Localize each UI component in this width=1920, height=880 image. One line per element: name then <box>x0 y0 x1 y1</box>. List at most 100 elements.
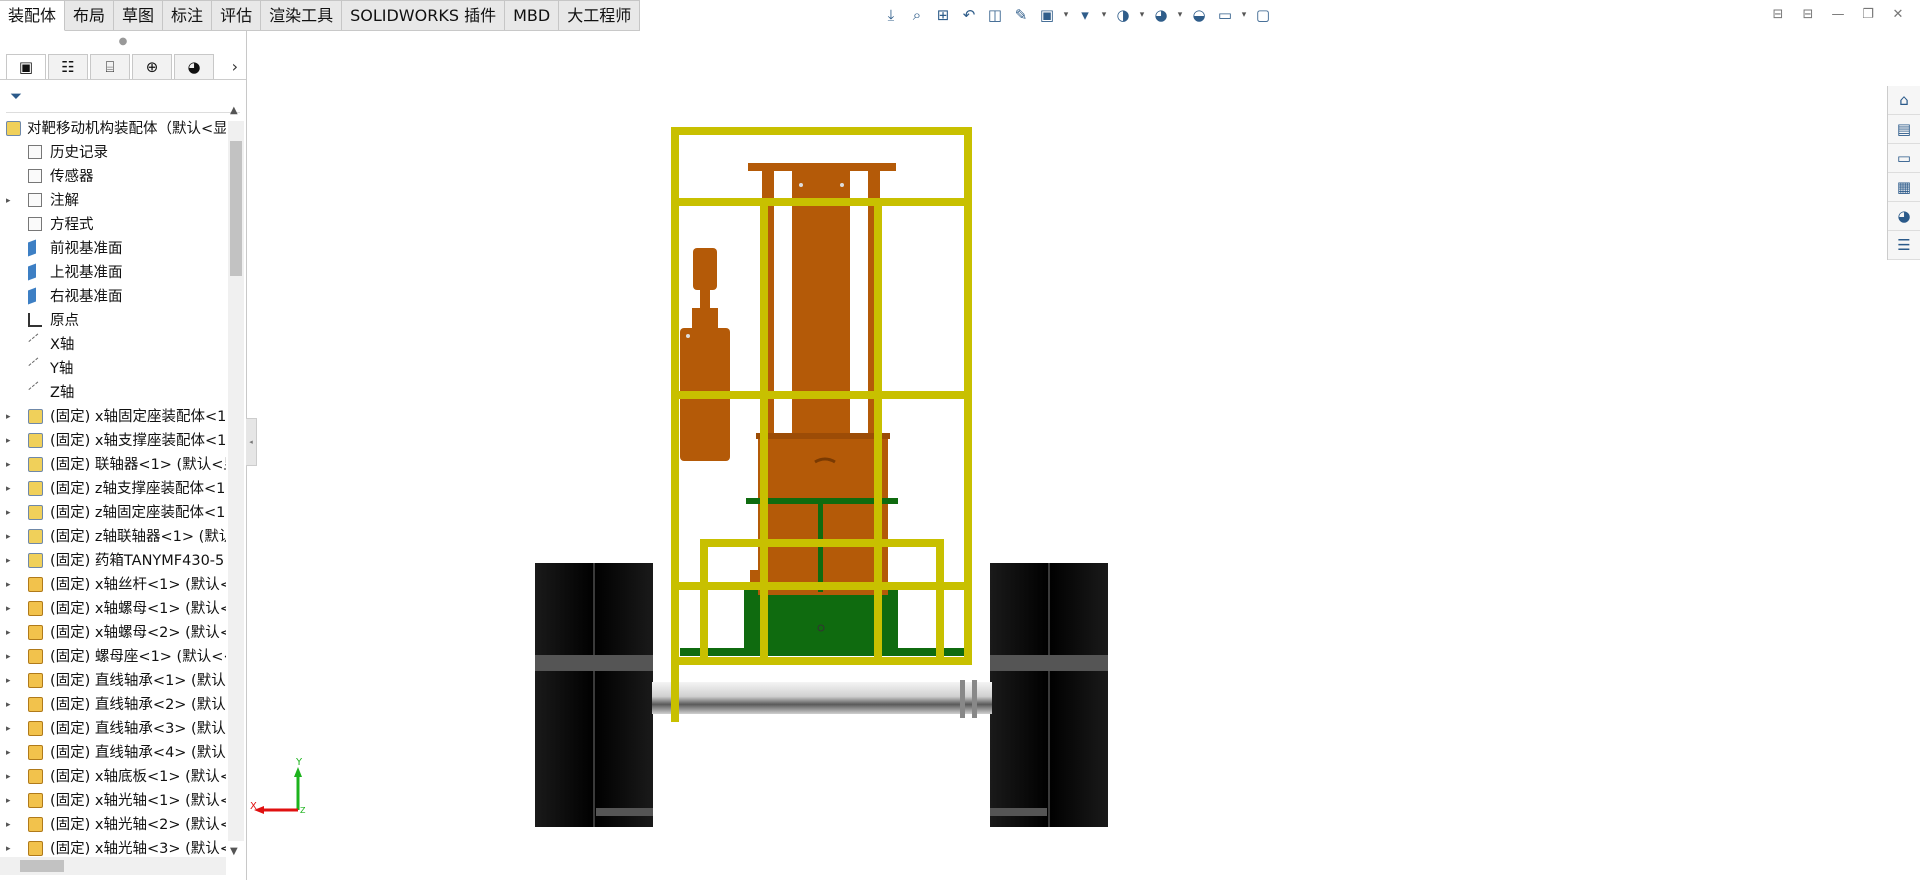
scroll-thumb[interactable] <box>230 141 242 276</box>
tree-item[interactable]: 原点 <box>0 309 226 333</box>
expand-arrow-icon[interactable]: ▸ <box>6 669 16 693</box>
filter-icon[interactable]: ⏷ <box>6 84 40 108</box>
tree-item[interactable]: 传感器 <box>0 165 226 189</box>
custom-properties-icon[interactable]: ☰ <box>1888 231 1920 260</box>
apply-scene-icon[interactable]: ◒ <box>1188 4 1210 26</box>
expand-arrow-icon[interactable]: ▸ <box>6 741 16 765</box>
hide-show-icon[interactable]: ◑ <box>1112 4 1134 26</box>
expand-arrow-icon[interactable]: ▸ <box>6 189 16 213</box>
tree-item[interactable]: ▸ (固定) x轴光轴<3> (默认< <box>0 837 226 857</box>
chevron-down-icon[interactable]: ▾ <box>1138 10 1146 20</box>
tree-item[interactable]: 上视基准面 <box>0 261 226 285</box>
tree-item[interactable]: ▸ (固定) 直线轴承<1> (默认 <box>0 669 226 693</box>
configuration-manager-tab-icon[interactable]: ⌸ <box>90 53 130 79</box>
expand-arrow-icon[interactable]: ▸ <box>6 693 16 717</box>
3d-view-icon[interactable]: ▢ <box>1252 4 1274 26</box>
expand-arrow-icon[interactable]: ▸ <box>6 717 16 741</box>
command-tab[interactable]: MBD <box>505 0 560 30</box>
expand-arrow-icon[interactable]: ▸ <box>6 573 16 597</box>
expand-arrow-icon[interactable]: ▸ <box>6 405 16 429</box>
dimxpert-manager-tab-icon[interactable]: ⊕ <box>132 53 172 79</box>
tree-item[interactable]: 前视基准面 <box>0 237 226 261</box>
expand-arrow-icon[interactable]: ▸ <box>6 453 16 477</box>
chevron-down-icon[interactable]: ▾ <box>1176 10 1184 20</box>
tree-item[interactable]: Y轴 <box>0 357 226 381</box>
expand-arrow-icon[interactable]: ▸ <box>6 525 16 549</box>
tree-item[interactable]: ▸ 注解 <box>0 189 226 213</box>
graphics-viewport[interactable] <box>250 31 1880 880</box>
tile-right-icon[interactable]: ⊟ <box>1798 6 1818 24</box>
home-icon[interactable]: ⌂ <box>1888 86 1920 115</box>
tree-root[interactable]: 对靶移动机构装配体（默认<显 <box>0 117 226 141</box>
tree-item[interactable]: ▸ (固定) 螺母座<1> (默认<< <box>0 645 226 669</box>
expand-arrow-icon[interactable]: ▸ <box>6 597 16 621</box>
expand-arrow-icon[interactable]: ▸ <box>6 501 16 525</box>
restore-icon[interactable]: ❐ <box>1858 6 1878 24</box>
view-orientation-box-icon[interactable]: ▣ <box>1036 4 1058 26</box>
view-orientation-icon[interactable]: ⤓ <box>880 4 902 26</box>
zoom-area-icon[interactable]: ⊞ <box>932 4 954 26</box>
feature-manager-tab-icon[interactable]: ▣ <box>6 53 46 79</box>
tree-item[interactable]: ▸ (固定) 直线轴承<4> (默认 <box>0 741 226 765</box>
previous-view-icon[interactable]: ↶ <box>958 4 980 26</box>
tree-horizontal-scrollbar[interactable] <box>0 857 226 875</box>
expand-arrow-icon[interactable]: ▸ <box>6 549 16 573</box>
chevron-down-icon[interactable]: ▾ <box>1100 10 1108 20</box>
tree-item[interactable]: ▸ (固定) x轴固定座装配体<1 <box>0 405 226 429</box>
command-tab[interactable]: 评估 <box>212 0 262 30</box>
tree-item[interactable]: 方程式 <box>0 213 226 237</box>
command-tab[interactable]: SOLIDWORKS 插件 <box>342 0 506 30</box>
tree-item[interactable]: ▸ (固定) x轴螺母<1> (默认< <box>0 597 226 621</box>
tree-item[interactable]: ▸ (固定) x轴底板<1> (默认< <box>0 765 226 789</box>
tree-item[interactable]: ▸ (固定) 直线轴承<3> (默认 <box>0 717 226 741</box>
tree-item[interactable]: 历史记录 <box>0 141 226 165</box>
tree-item[interactable]: ▸ (固定) z轴联轴器<1> (默认 <box>0 525 226 549</box>
display-manager-tab-icon[interactable]: ◕ <box>174 53 214 79</box>
tree-item[interactable]: ▸ (固定) 药箱TANYMF430-5 <box>0 549 226 573</box>
tree-item[interactable]: ▸ (固定) x轴支撑座装配体<1 <box>0 429 226 453</box>
command-tab[interactable]: 渲染工具 <box>261 0 343 30</box>
chevron-down-icon[interactable]: ▾ <box>1240 10 1248 20</box>
dynamic-annotation-icon[interactable]: ✎ <box>1010 4 1032 26</box>
scroll-down-icon[interactable]: ▼ <box>230 846 238 857</box>
edit-appearance-icon[interactable]: ◕ <box>1150 4 1172 26</box>
view-palette-icon[interactable]: ▦ <box>1888 173 1920 202</box>
panel-grip-icon[interactable]: ● <box>0 31 246 53</box>
expand-arrow-icon[interactable]: ▸ <box>6 621 16 645</box>
tree-item[interactable]: ▸ (固定) 联轴器<1> (默认<显 <box>0 453 226 477</box>
command-tab[interactable]: 标注 <box>163 0 213 30</box>
close-icon[interactable]: ✕ <box>1888 6 1908 24</box>
minimize-icon[interactable]: — <box>1828 6 1848 24</box>
chevron-down-icon[interactable]: ▾ <box>1062 10 1070 20</box>
file-explorer-icon[interactable]: ▭ <box>1888 144 1920 173</box>
display-style-icon[interactable]: ▾ <box>1074 4 1096 26</box>
expand-arrow-icon[interactable]: ▸ <box>6 837 16 857</box>
appearances-icon[interactable]: ◕ <box>1888 202 1920 231</box>
command-tab[interactable]: 装配体 <box>0 0 66 31</box>
tree-item[interactable]: Z轴 <box>0 381 226 405</box>
expand-arrow-icon[interactable]: ▸ <box>6 429 16 453</box>
command-tab[interactable]: 草图 <box>114 0 164 30</box>
tree-item[interactable]: ▸ (固定) z轴支撑座装配体<1 <box>0 477 226 501</box>
tree-item[interactable]: 右视基准面 <box>0 285 226 309</box>
expand-arrow-icon[interactable]: ▸ <box>6 765 16 789</box>
expand-arrow-icon[interactable]: ▸ <box>6 813 16 837</box>
tree-item[interactable]: ▸ (固定) x轴螺母<2> (默认< <box>0 621 226 645</box>
section-view-icon[interactable]: ◫ <box>984 4 1006 26</box>
command-tab[interactable]: 布局 <box>65 0 115 30</box>
tree-vertical-scrollbar[interactable]: ▲ ▼ <box>228 105 244 857</box>
zoom-to-fit-icon[interactable]: ⌕ <box>906 4 928 26</box>
tree-item[interactable]: ▸ (固定) x轴光轴<1> (默认< <box>0 789 226 813</box>
tree-item[interactable]: X轴 <box>0 333 226 357</box>
tree-item[interactable]: ▸ (固定) 直线轴承<2> (默认 <box>0 693 226 717</box>
expand-arrow-icon[interactable]: ▸ <box>6 477 16 501</box>
tree-item[interactable]: ▸ (固定) x轴光轴<2> (默认< <box>0 813 226 837</box>
hscroll-thumb[interactable] <box>20 860 64 872</box>
tile-left-icon[interactable]: ⊟ <box>1768 6 1788 24</box>
view-settings-icon[interactable]: ▭ <box>1214 4 1236 26</box>
chevron-right-icon[interactable]: › <box>232 57 238 76</box>
expand-arrow-icon[interactable]: ▸ <box>6 789 16 813</box>
command-tab[interactable]: 大工程师 <box>559 0 641 30</box>
design-library-icon[interactable]: ▤ <box>1888 115 1920 144</box>
property-manager-tab-icon[interactable]: ☷ <box>48 53 88 79</box>
